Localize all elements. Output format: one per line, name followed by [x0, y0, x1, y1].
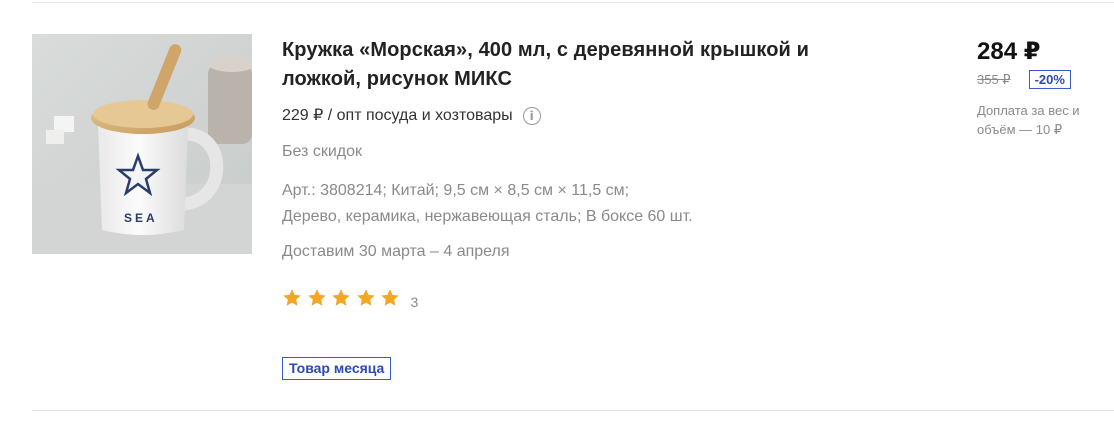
- price-block: 284 ₽ 355 ₽ -20% Доплата за вес и объём …: [977, 38, 1107, 139]
- wholesale-price: 229 ₽ / опт посуда и хозтовары i: [282, 106, 882, 126]
- discount-badge: -20%: [1028, 70, 1071, 89]
- old-price: 355 ₽: [977, 71, 1011, 87]
- no-discount-label: Без скидок: [282, 143, 362, 160]
- info-icon[interactable]: i: [522, 107, 541, 125]
- specs-line-1: Арт.: 3808214; Китай; 9,5 см × 8,5 см × …: [282, 182, 630, 199]
- product-specs: Арт.: 3808214; Китай; 9,5 см × 8,5 см × …: [282, 178, 882, 230]
- star-icon: [332, 289, 350, 306]
- wholesale-price-text: 229 ₽ / опт посуда и хозтовары: [282, 107, 513, 124]
- mug-print-text: SEA: [124, 211, 158, 225]
- surcharge-note: Доплата за вес и объём — 10 ₽: [977, 103, 1080, 137]
- product-info: Кружка «Морская», 400 мл, с деревянной к…: [282, 36, 882, 313]
- product-title[interactable]: Кружка «Морская», 400 мл, с деревянной к…: [282, 36, 882, 94]
- star-icon: [356, 289, 375, 306]
- reviews-count[interactable]: 3: [411, 294, 419, 310]
- star-icon: [381, 289, 399, 306]
- product-image[interactable]: SEA: [32, 34, 252, 254]
- bottom-divider: [32, 410, 1114, 411]
- specs-line-2: Дерево, керамика, нержавеющая сталь; В б…: [282, 208, 693, 225]
- rating-stars: [282, 288, 405, 313]
- old-price-row: 355 ₽ -20%: [977, 70, 1107, 89]
- star-icon: [283, 289, 301, 306]
- product-of-month-badge: Товар месяца: [282, 357, 392, 380]
- delivery-date: Доставим 30 марта – 4 апреля: [282, 243, 510, 260]
- top-divider: [32, 2, 1114, 3]
- star-icon: [307, 289, 326, 306]
- current-price: 284 ₽: [977, 38, 1041, 65]
- rating[interactable]: 3: [282, 288, 882, 313]
